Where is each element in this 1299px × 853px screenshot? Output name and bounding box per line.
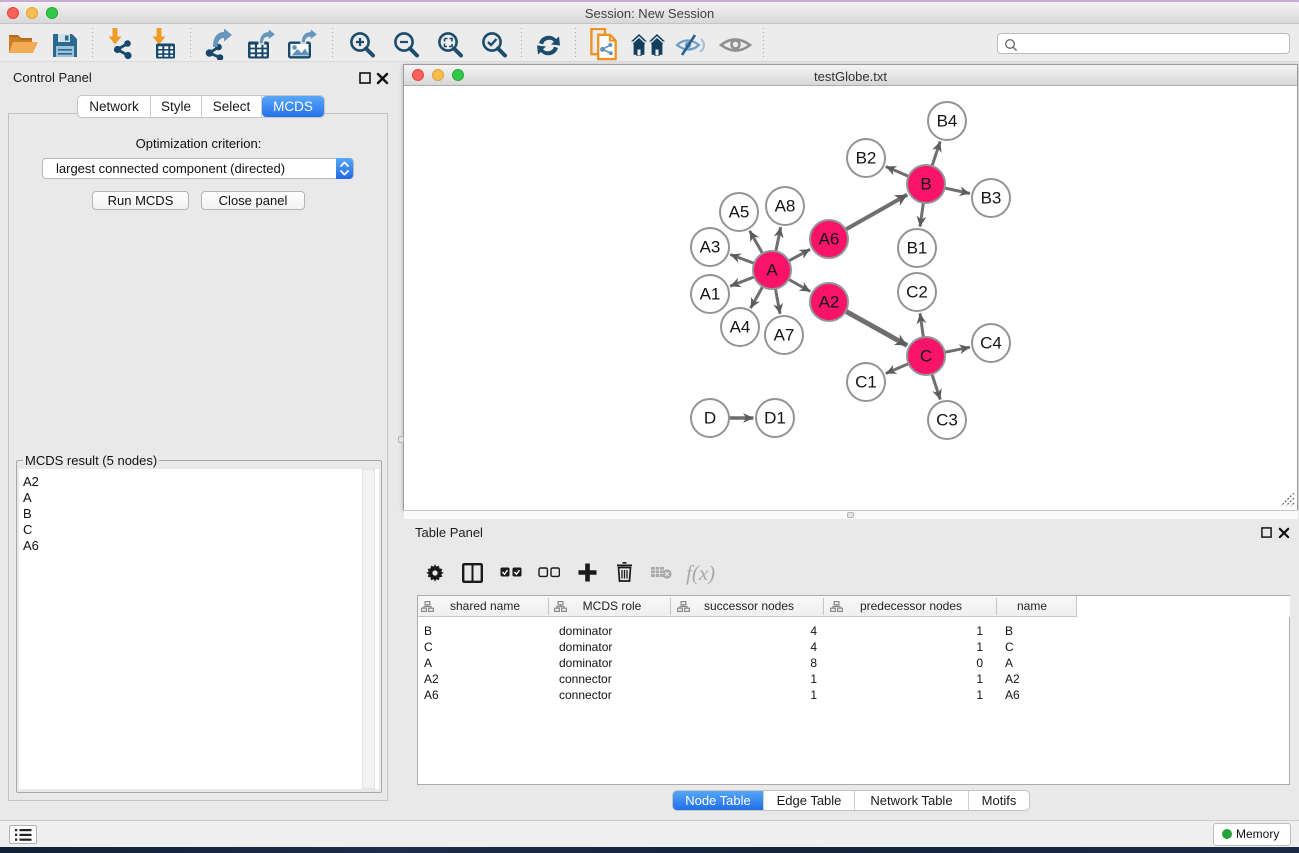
- svg-text:B1: B1: [907, 239, 928, 258]
- svg-text:C1: C1: [855, 373, 877, 392]
- svg-text:A3: A3: [700, 238, 721, 257]
- svg-text:C: C: [920, 347, 932, 366]
- svg-text:D1: D1: [764, 409, 786, 428]
- svg-text:A2: A2: [819, 293, 840, 312]
- svg-text:A6: A6: [819, 230, 840, 249]
- svg-text:A7: A7: [774, 326, 795, 345]
- svg-text:C4: C4: [980, 334, 1002, 353]
- svg-text:B4: B4: [937, 112, 958, 131]
- svg-text:B3: B3: [981, 189, 1002, 208]
- svg-text:D: D: [704, 409, 716, 428]
- svg-text:B2: B2: [856, 149, 877, 168]
- svg-text:A4: A4: [730, 318, 751, 337]
- svg-text:A1: A1: [700, 285, 721, 304]
- svg-text:A5: A5: [729, 203, 750, 222]
- svg-text:C3: C3: [936, 411, 958, 430]
- svg-text:A: A: [766, 261, 778, 280]
- svg-text:A8: A8: [775, 197, 796, 216]
- svg-text:C2: C2: [906, 283, 928, 302]
- svg-text:B: B: [920, 175, 931, 194]
